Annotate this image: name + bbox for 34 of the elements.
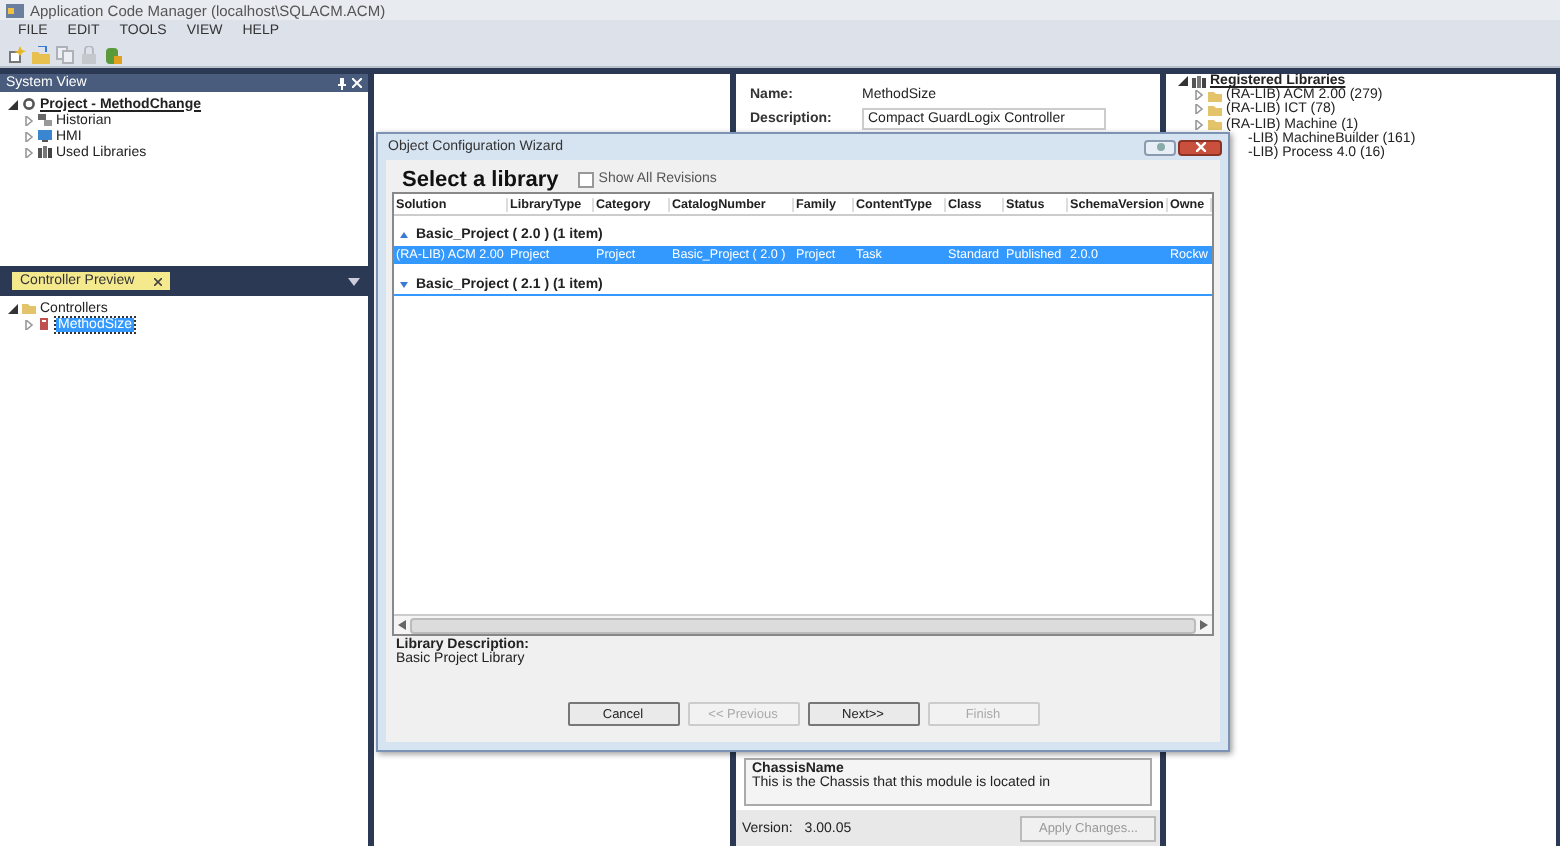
expanded-arrow-icon[interactable]	[8, 303, 18, 313]
right-arrow-icon[interactable]	[1200, 620, 1208, 630]
dialog-heading: Select a library	[402, 167, 559, 191]
pin-icon[interactable]	[338, 77, 346, 89]
controller-icon	[38, 318, 52, 330]
expanded-arrow-icon[interactable]	[8, 99, 18, 109]
close-button[interactable]	[1178, 139, 1222, 155]
monitor-icon	[38, 130, 52, 142]
close-icon	[1195, 142, 1205, 152]
collapsed-arrow-icon[interactable]	[24, 115, 34, 125]
horizontal-scrollbar[interactable]	[394, 614, 1212, 634]
collapsed-arrow-icon[interactable]	[1194, 104, 1204, 115]
scroll-thumb[interactable]	[410, 617, 1196, 633]
collapsed-arrow-icon[interactable]	[1194, 119, 1204, 130]
app-icon	[6, 1, 24, 19]
collapsed-arrow-icon[interactable]	[24, 131, 34, 141]
help-button[interactable]	[1144, 139, 1176, 155]
help-icon	[1155, 142, 1165, 152]
server-icon	[38, 114, 52, 126]
expand-icon[interactable]	[400, 282, 408, 288]
expanded-arrow-icon[interactable]	[1178, 76, 1188, 87]
left-arrow-icon[interactable]	[398, 620, 406, 630]
checkbox[interactable]	[578, 171, 595, 187]
dropdown-icon[interactable]	[348, 278, 360, 286]
books-icon	[38, 146, 52, 158]
open-folder-icon[interactable]	[32, 45, 50, 63]
folder-icon	[22, 302, 36, 314]
collapsed-arrow-icon[interactable]	[24, 147, 34, 157]
collapse-icon[interactable]	[400, 232, 408, 238]
books-icon	[1192, 75, 1206, 88]
close-icon[interactable]	[154, 277, 163, 285]
new-icon[interactable]	[8, 45, 26, 63]
collapsed-arrow-icon[interactable]	[24, 319, 34, 329]
collapsed-arrow-icon[interactable]	[1194, 90, 1204, 101]
